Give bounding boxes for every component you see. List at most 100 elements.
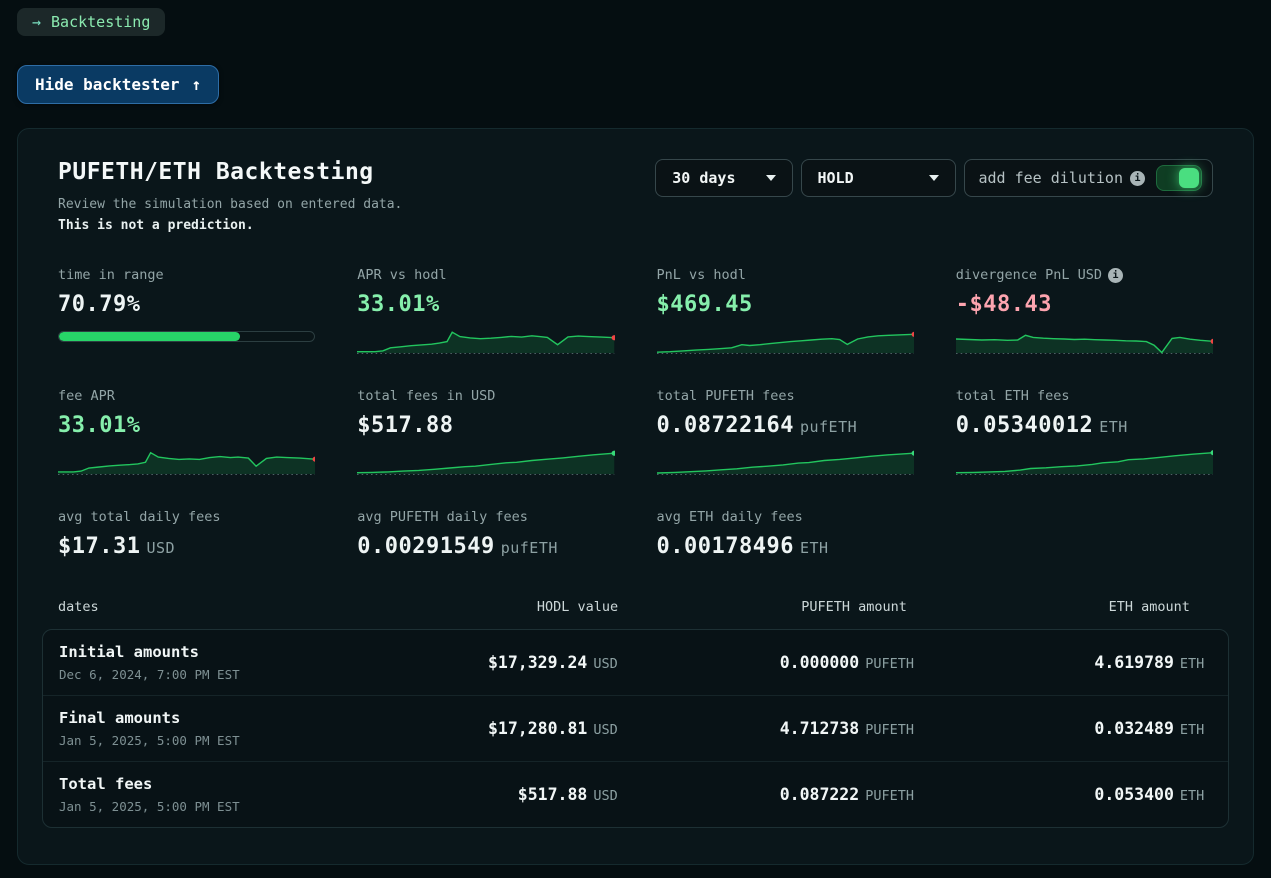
metric-unit: USD — [146, 539, 175, 557]
table-header-hodl-value: HODL value — [405, 599, 619, 615]
info-icon[interactable]: i — [1130, 171, 1145, 186]
row-date: Dec 6, 2024, 7:00 PM EST — [59, 667, 399, 682]
table-body: Initial amountsDec 6, 2024, 7:00 PM EST$… — [42, 629, 1229, 828]
metric-divergence-pnl-usd: divergence PnL USDi-$48.43 — [956, 267, 1213, 355]
row-value-cell: $517.88USD — [399, 785, 618, 804]
metric-value: 0.08722164pufETH — [657, 413, 914, 438]
table-header-pufeth-amount: PUFETH amount — [618, 599, 907, 615]
cell-value: 0.032489 — [1094, 719, 1173, 738]
arrow-up-icon: ↑ — [192, 75, 202, 94]
metric-avg-total-daily-fees: avg total daily fees $17.31 USD — [58, 509, 315, 559]
metric-time-in-range: time in range 70.79% — [58, 267, 315, 355]
breadcrumb-backtesting[interactable]: → Backtesting — [17, 8, 165, 36]
cell-value: $17,329.24 — [488, 653, 587, 672]
table-row-total-fees: Total feesJan 5, 2025, 5:00 PM EST$517.8… — [43, 761, 1228, 827]
metric-value-text: 0.00178496 — [657, 534, 794, 559]
metric-value: 70.79% — [58, 292, 315, 317]
sparkline-chart — [956, 325, 1213, 355]
sparkline-chart — [357, 446, 614, 476]
cell-unit: PUFETH — [865, 722, 914, 738]
metric-value: $517.88 — [357, 413, 614, 438]
metrics-grid: time in range 70.79% APR vs hodl 33.01% PnL … — [58, 267, 1213, 559]
row-label-cell: Initial amounts Dec 6, 2024, 7:00 PM EST — [43, 643, 399, 682]
metric-total-pufeth-fees: total PUFETH fees0.08722164pufETH — [657, 388, 914, 476]
metric-label: PnL vs hodl — [657, 267, 914, 283]
cell-value: $17,280.81 — [488, 719, 587, 738]
cell-unit: PUFETH — [865, 788, 914, 804]
metric-sparkline — [956, 325, 1213, 355]
breadcrumb-label: Backtesting — [51, 13, 150, 31]
metric-label: APR vs hodl — [357, 267, 614, 283]
cell-unit: PUFETH — [865, 656, 914, 672]
row-value-cell: 0.053400ETH — [914, 785, 1204, 804]
hide-backtester-label: Hide backtester — [35, 75, 180, 94]
period-select-value: 30 days — [672, 169, 735, 187]
row-value-cell: $17,329.24 USD — [399, 653, 618, 672]
row-title: Final amounts — [59, 709, 399, 727]
chevron-down-icon — [929, 175, 939, 181]
metric-unit: ETH — [1099, 418, 1128, 436]
panel-subtitle: Review the simulation based on entered d… — [58, 197, 402, 212]
metric-value-text: 70.79% — [58, 292, 140, 317]
row-value-cell: 0.032489ETH — [914, 719, 1204, 738]
metric-label: avg total daily fees — [58, 509, 315, 525]
metric-value-text: 33.01% — [357, 292, 439, 317]
metric-label: avg PUFETH daily fees — [357, 509, 614, 525]
row-value-cell: 4.712738 PUFETH — [618, 719, 914, 738]
metric-total-eth-fees: total ETH fees0.05340012ETH — [956, 388, 1213, 476]
cell-value: $517.88 — [518, 785, 588, 804]
metric-label-text: APR vs hodl — [357, 267, 446, 283]
row-title: Total fees — [59, 775, 399, 793]
metric-label-text: avg total daily fees — [58, 509, 221, 525]
metric-value: $17.31 USD — [58, 534, 315, 559]
sparkline-chart — [956, 446, 1213, 476]
row-value-cell: $17,280.81 USD — [399, 719, 618, 738]
metric-value-text: -$48.43 — [956, 292, 1052, 317]
metric-value: -$48.43 — [956, 292, 1213, 317]
metric-value-text: 0.00291549 — [357, 534, 494, 559]
cell-unit: ETH — [1180, 788, 1204, 804]
metric-value: 0.00291549 pufETH — [357, 534, 614, 559]
cell-unit: USD — [593, 656, 617, 672]
metric-value: 33.01% — [357, 292, 614, 317]
backtesting-panel: PUFETH/ETH Backtesting Review the simula… — [17, 128, 1254, 865]
strategy-select-value: HOLD — [818, 169, 854, 187]
cell-value: 4.619789 — [1094, 653, 1173, 672]
metric-label: total fees in USD — [357, 388, 614, 404]
metric-sparkline — [956, 446, 1213, 476]
table-row-final-amounts: Final amountsJan 5, 2025, 5:00 PM EST$17… — [43, 695, 1228, 761]
metric-value: 33.01% — [58, 413, 315, 438]
row-label-cell: Final amounts Jan 5, 2025, 5:00 PM EST — [43, 709, 399, 748]
metric-value: 0.05340012 ETH — [956, 413, 1213, 438]
fee-dilution-toggle[interactable] — [1156, 165, 1202, 191]
metric-label-text: time in range — [58, 267, 164, 283]
toggle-knob — [1179, 168, 1199, 188]
row-title: Initial amounts — [59, 643, 399, 661]
metric-sparkline — [357, 446, 614, 476]
metric-unit: pufETH — [501, 539, 558, 557]
metric-value-text: 0.05340012 — [956, 413, 1093, 438]
sparkline-chart — [357, 325, 614, 355]
cell-unit: ETH — [1180, 656, 1204, 672]
period-select[interactable]: 30 days — [655, 159, 792, 197]
metric-avg-eth-daily-fees: avg ETH daily fees 0.00178496ETH — [657, 509, 914, 559]
cell-value: 4.712738 — [780, 719, 859, 738]
metric-total-fees-usd: total fees in USD $517.88 — [357, 388, 614, 476]
metric-value-text: $517.88 — [357, 413, 453, 438]
row-date: Jan 5, 2025, 5:00 PM EST — [59, 733, 399, 748]
sparkline-chart — [58, 446, 315, 476]
metric-sparkline — [58, 446, 315, 476]
panel-disclaimer: This is not a prediction. — [58, 218, 402, 233]
metric-value-text: $17.31 — [58, 534, 140, 559]
info-icon[interactable]: i — [1108, 268, 1123, 283]
metric-value: 0.00178496ETH — [657, 534, 914, 559]
cell-unit: USD — [593, 722, 617, 738]
strategy-select[interactable]: HOLD — [801, 159, 956, 197]
progress-fill — [59, 332, 240, 341]
metric-label: fee APR — [58, 388, 315, 404]
row-date: Jan 5, 2025, 5:00 PM EST — [59, 799, 399, 814]
panel-header: PUFETH/ETH Backtesting Review the simula… — [42, 159, 1229, 233]
metric-label-text: avg ETH daily fees — [657, 509, 803, 525]
row-value-cell: 0.000000PUFETH — [618, 653, 914, 672]
hide-backtester-button[interactable]: Hide backtester ↑ — [17, 65, 219, 104]
